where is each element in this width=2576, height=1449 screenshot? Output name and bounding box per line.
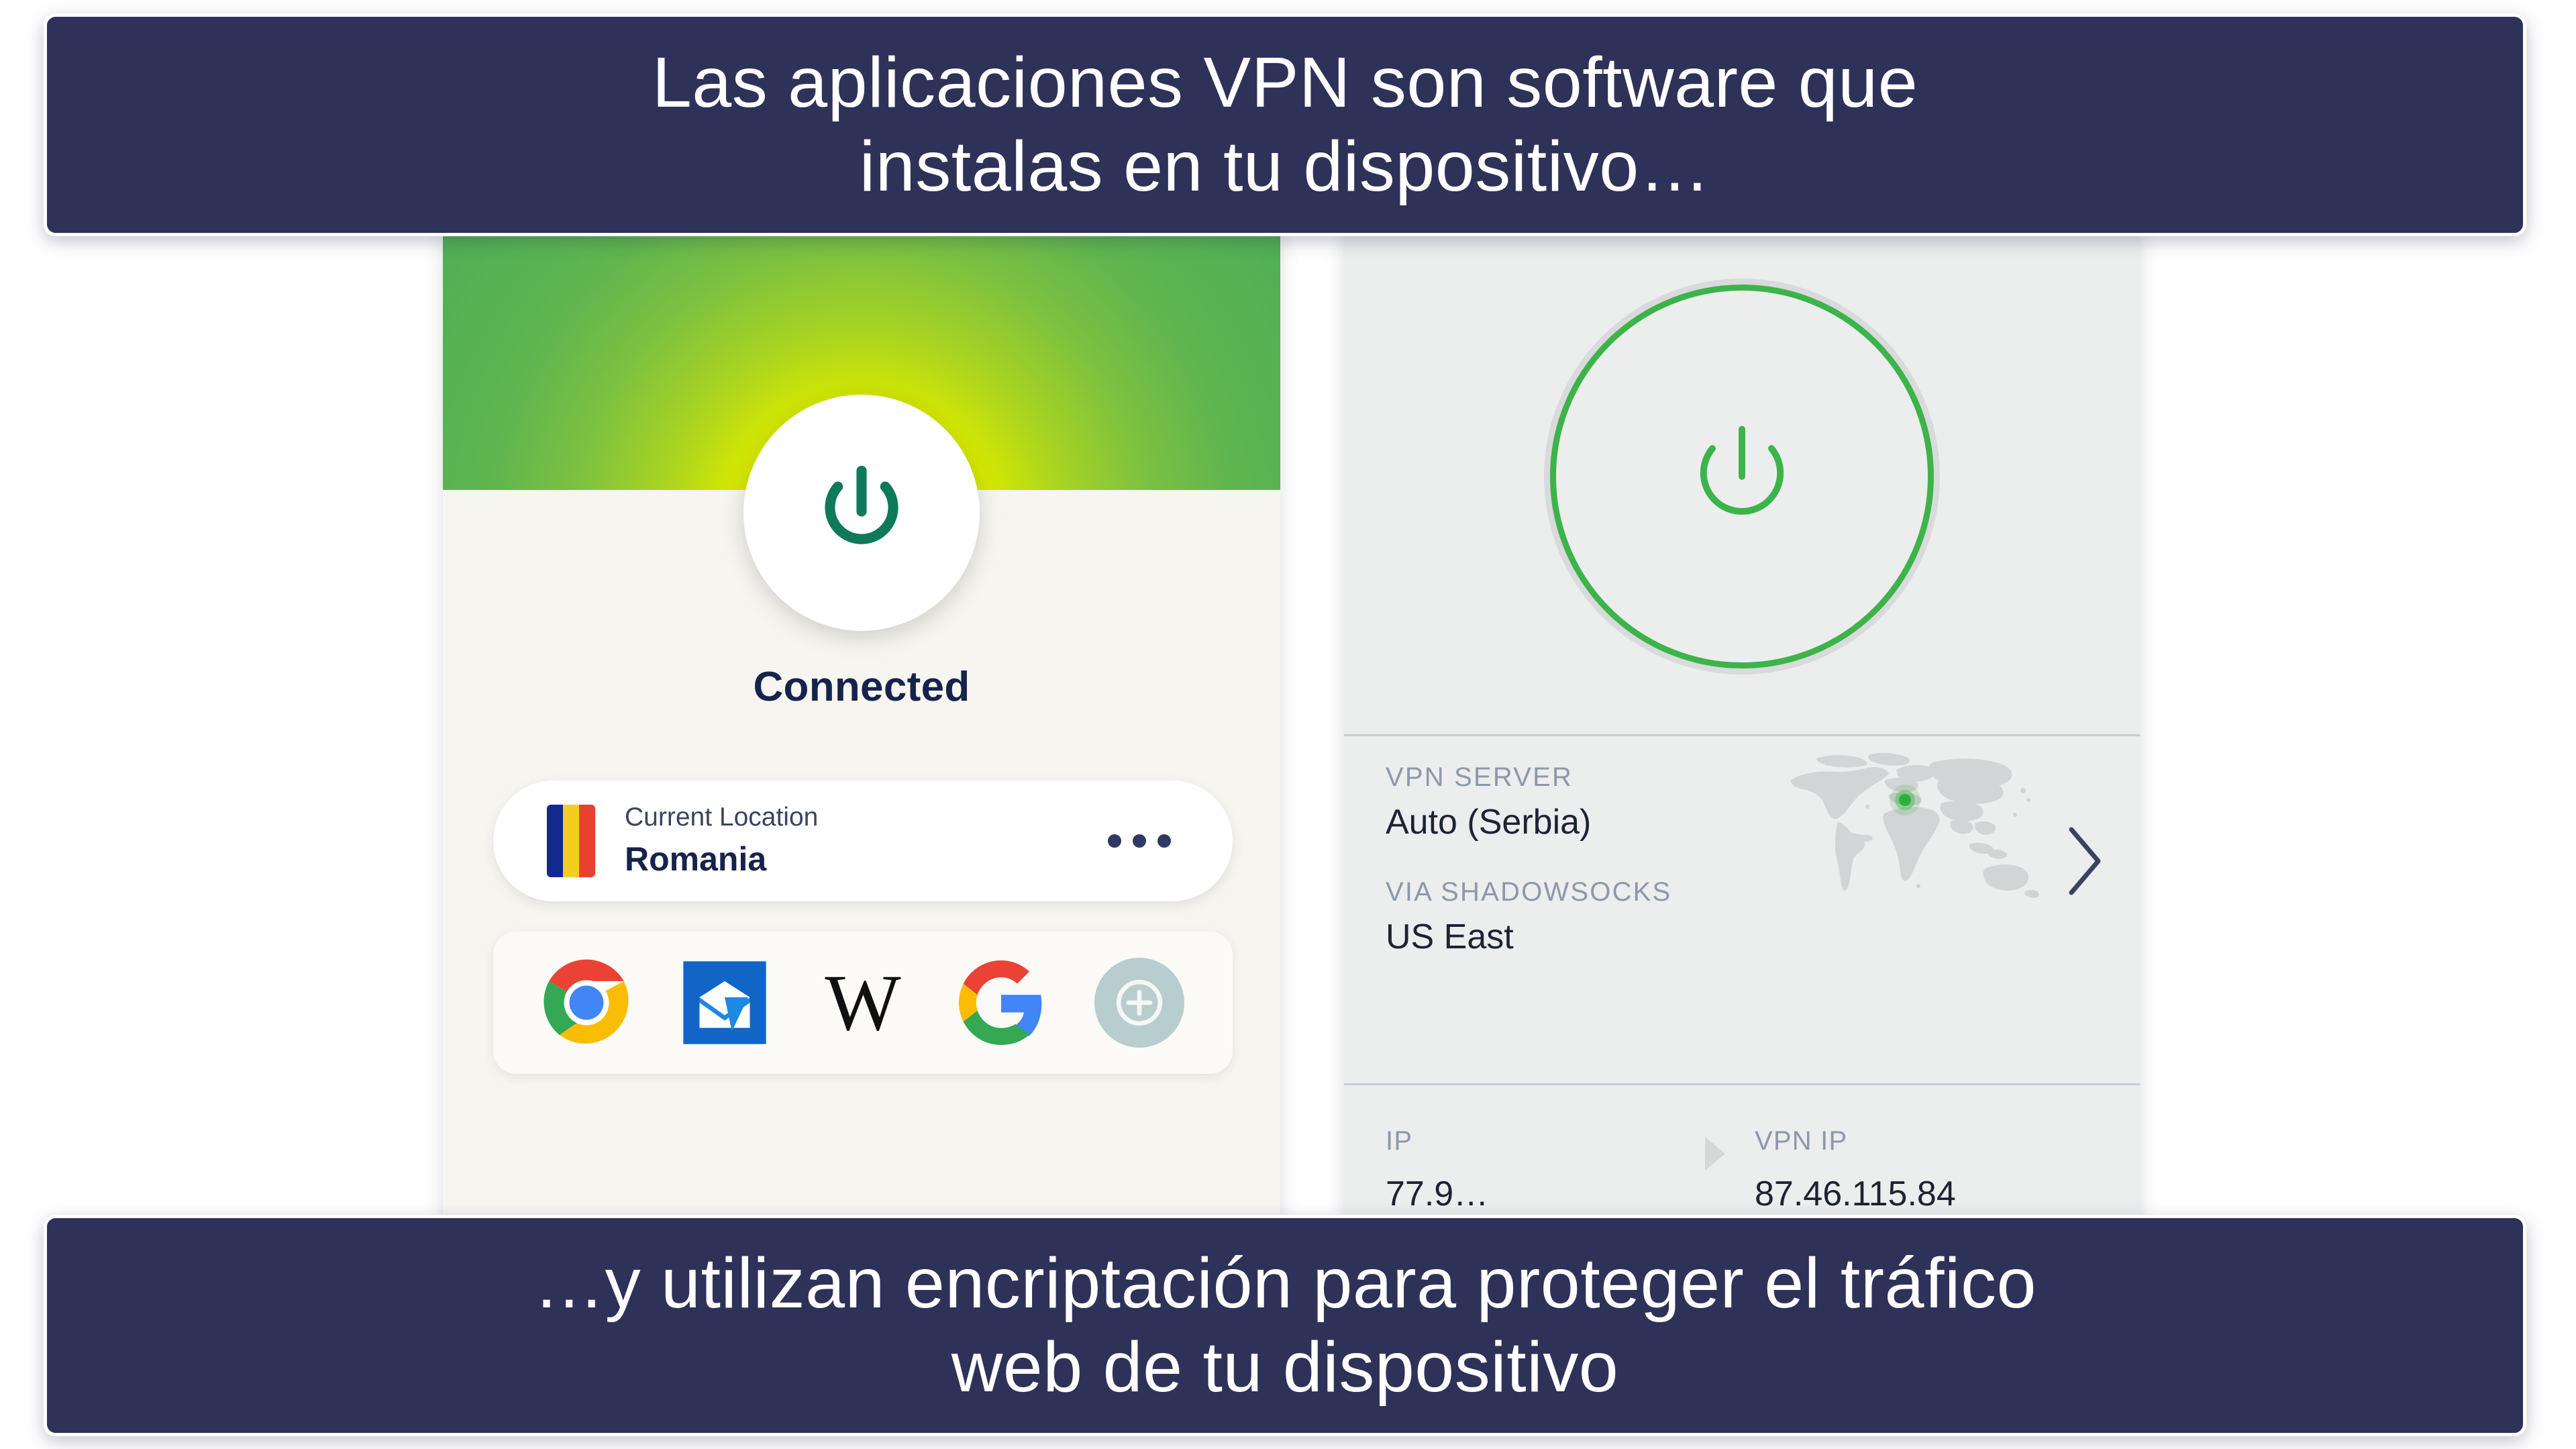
world-map-icon xyxy=(1787,750,2075,945)
google-icon[interactable] xyxy=(956,958,1046,1048)
wikipedia-glyph: W xyxy=(825,958,901,1047)
right-power-button[interactable] xyxy=(1530,264,1954,689)
vpn-ip-column: VPN IP 87.46.115.84 xyxy=(1755,1126,2043,1214)
divider-bottom xyxy=(1344,1083,2140,1085)
connection-status-label: Connected xyxy=(753,664,970,710)
right-vpn-app-window: VPN SERVER Auto (Serbia) VIA SHADOWSOCKS… xyxy=(1344,234,2140,1240)
power-icon xyxy=(1668,403,1816,550)
top-caption-text: Las aplicaciones VPN son software que in… xyxy=(652,42,1918,206)
location-text-group: Current Location Romania xyxy=(625,801,818,880)
server-info-block[interactable]: VPN SERVER Auto (Serbia) VIA SHADOWSOCKS… xyxy=(1386,762,1788,957)
protocol-label: VIA SHADOWSOCKS xyxy=(1386,877,1672,907)
arrow-right-icon xyxy=(1674,1126,1755,1173)
chrome-icon[interactable] xyxy=(542,958,631,1048)
power-icon xyxy=(805,455,918,571)
vpn-ip-value: 87.46.115.84 xyxy=(1755,1175,1956,1213)
top-caption-banner: Las aplicaciones VPN son software que in… xyxy=(44,13,2526,236)
vpn-server-label: VPN SERVER xyxy=(1386,762,1574,792)
ip-label: IP xyxy=(1386,1126,1413,1156)
left-vpn-app-window: Connected Current Location Romania W xyxy=(443,234,1280,1240)
vpn-server-value: Auto (Serbia) xyxy=(1386,803,1592,842)
vpn-ip-label: VPN IP xyxy=(1755,1126,1848,1156)
mail-icon[interactable] xyxy=(680,958,770,1048)
add-icon[interactable] xyxy=(1094,958,1184,1048)
location-pin-icon xyxy=(1890,785,1920,815)
chevron-right-icon[interactable] xyxy=(2065,824,2105,898)
quick-apps-bar: W xyxy=(493,932,1233,1074)
protocol-value: US East xyxy=(1386,917,1514,956)
romania-flag-icon xyxy=(547,805,595,877)
more-options-icon[interactable] xyxy=(1108,834,1171,848)
bottom-caption-banner: …y utilizan encriptación para proteger e… xyxy=(44,1215,2526,1436)
current-location-card[interactable]: Current Location Romania xyxy=(493,781,1233,901)
screenshot-stage: Connected Current Location Romania W VPN… xyxy=(0,0,2576,1449)
current-location-label: Current Location xyxy=(625,803,819,832)
divider-top xyxy=(1344,734,2140,736)
ip-value: 77.9… xyxy=(1386,1175,1489,1213)
bottom-caption-text: …y utilizan encriptación para proteger e… xyxy=(533,1243,2037,1407)
wikipedia-icon[interactable]: W xyxy=(818,958,908,1048)
left-power-button[interactable] xyxy=(743,395,980,631)
ip-info-row: IP 77.9… VPN IP 87.46.115.84 xyxy=(1386,1126,2097,1214)
current-location-value: Romania xyxy=(625,840,767,879)
ip-column: IP 77.9… xyxy=(1386,1126,1674,1214)
